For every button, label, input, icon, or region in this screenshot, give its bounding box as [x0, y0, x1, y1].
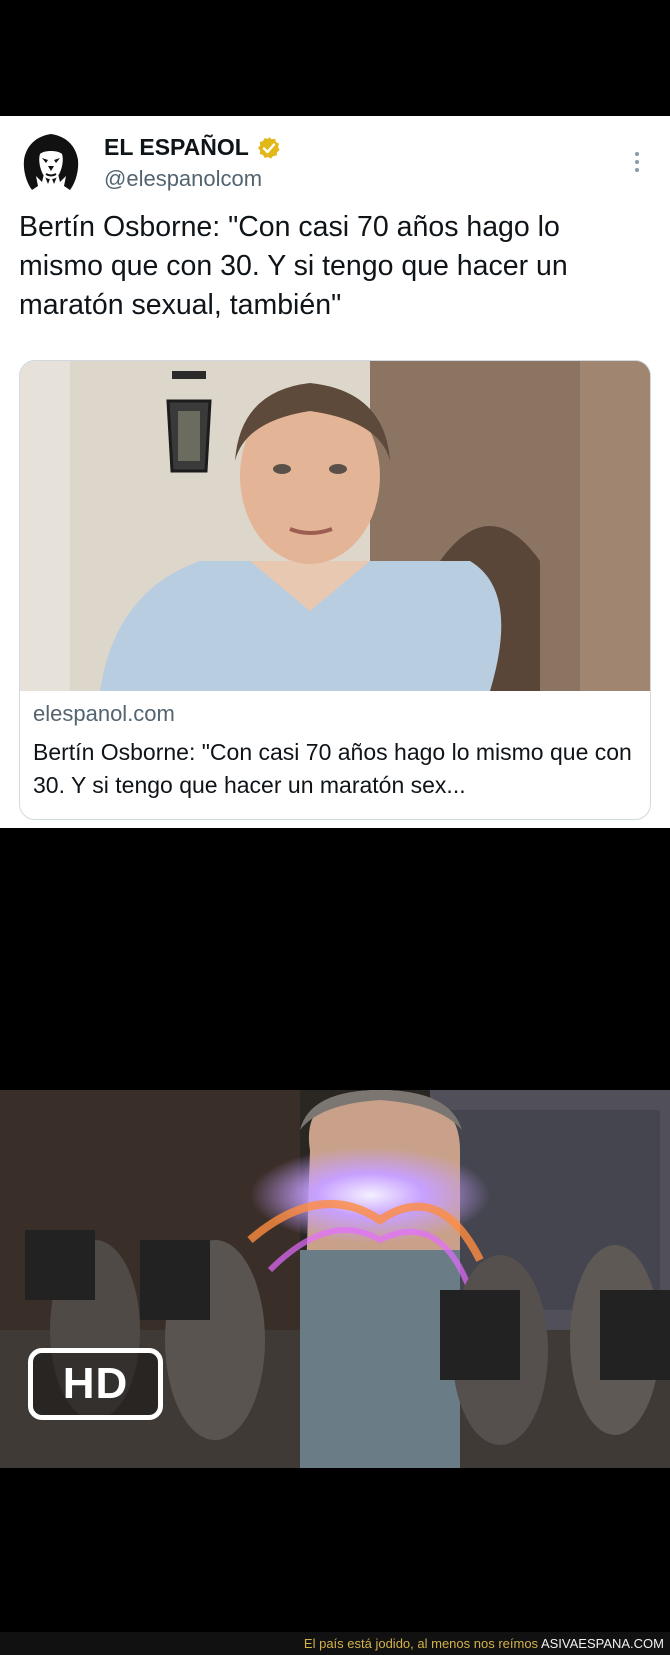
author-name[interactable]: EL ESPAÑOL: [104, 134, 281, 161]
author-handle[interactable]: @elespanolcom: [104, 166, 262, 192]
site-footer: El país está jodido, al menos nos reímos…: [0, 1632, 670, 1655]
footer-site-link[interactable]: ASIVAESPANA.COM: [541, 1636, 664, 1651]
hd-badge: HD: [28, 1348, 163, 1420]
lion-logo-icon[interactable]: [18, 130, 84, 196]
footer-caption: El país está jodido, al menos nos reímos: [303, 1636, 541, 1651]
tweet-card: EL ESPAÑOL @elespanolcom Bertín Osborne:…: [0, 116, 670, 828]
tweet-text: Bertín Osborne: "Con casi 70 años hago l…: [19, 211, 568, 321]
author-name-text[interactable]: EL ESPAÑOL: [104, 134, 249, 161]
top-black-band: [0, 0, 670, 116]
verified-badge-icon: [257, 136, 280, 159]
article-photo: [20, 361, 650, 691]
link-preview-card[interactable]: elespanol.com Bertín Osborne: "Con casi …: [19, 360, 651, 820]
card-domain: elespanol.com: [33, 701, 175, 726]
card-title: Bertín Osborne: "Con casi 70 años hago l…: [33, 739, 632, 798]
more-options-icon[interactable]: [624, 142, 650, 182]
